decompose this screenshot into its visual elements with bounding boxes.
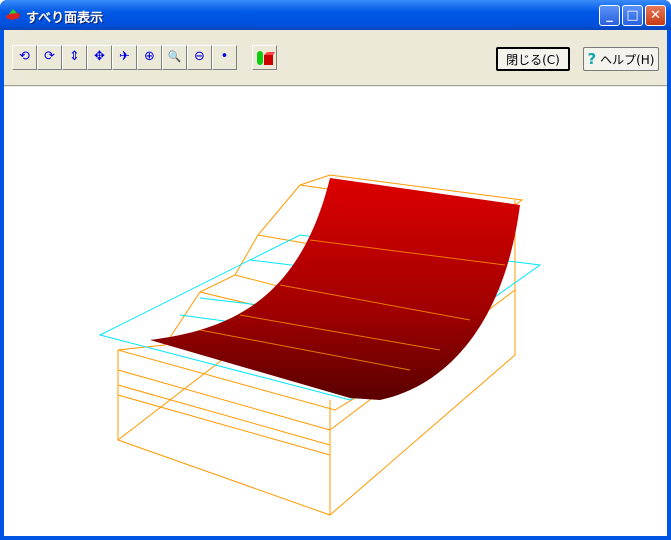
help-icon: ? [587,50,597,68]
move-all-button[interactable]: ✥ [87,45,112,70]
zoom-out-button[interactable]: ⊖ [187,45,212,70]
close-button[interactable]: 閉じる(C) [496,47,570,71]
rotate-vertical-button[interactable]: ⟳ [37,45,62,70]
title-bar[interactable]: すべり面表示 _ □ ✕ [0,0,671,30]
plane-view-icon: ✈ [119,49,130,64]
client-area: ⟲ ⟳ ⇕ ✥ ✈ ⊕ 🔍 ⊖ • 閉じる(C) ? ヘルプ(H) [4,30,667,536]
zoom-fit-button[interactable]: ⊕ [137,45,162,70]
slope-app-icon [6,9,20,20]
3d-view-canvas[interactable] [4,87,667,536]
color-settings-button[interactable] [252,45,277,70]
rotate-horizontal-icon: ⟲ [19,49,30,64]
minimize-button[interactable]: _ [599,5,620,26]
slip-surface-3d-view[interactable] [4,87,667,536]
move-vertical-icon: ⇕ [69,49,80,64]
window: すべり面表示 _ □ ✕ ⟲ ⟳ ⇕ ✥ ✈ ⊕ 🔍 ⊖ • 閉じる(C) ? … [0,0,671,540]
zoom-in-button[interactable]: 🔍 [162,45,187,70]
zoom-out-icon: ⊖ [194,49,205,64]
zoom-fit-icon: ⊕ [144,49,155,64]
toolbar: ⟲ ⟳ ⇕ ✥ ✈ ⊕ 🔍 ⊖ • 閉じる(C) ? ヘルプ(H) [4,30,667,86]
move-all-icon: ✥ [94,49,105,64]
dot-icon: • [220,49,229,64]
help-label: ヘルプ(H) [600,53,655,67]
help-button[interactable]: ? ヘルプ(H) [583,47,659,71]
maximize-button[interactable]: □ [622,5,643,26]
point-button[interactable]: • [212,45,237,70]
close-window-button[interactable]: ✕ [645,5,666,26]
move-vertical-button[interactable]: ⇕ [62,45,87,70]
plane-view-button[interactable]: ✈ [112,45,137,70]
rotate-vertical-icon: ⟳ [44,49,55,64]
window-title: すべり面表示 [26,11,104,26]
rotate-horizontal-button[interactable]: ⟲ [12,45,37,70]
zoom-in-icon: 🔍 [167,50,182,63]
color-blocks-icon [256,51,275,65]
